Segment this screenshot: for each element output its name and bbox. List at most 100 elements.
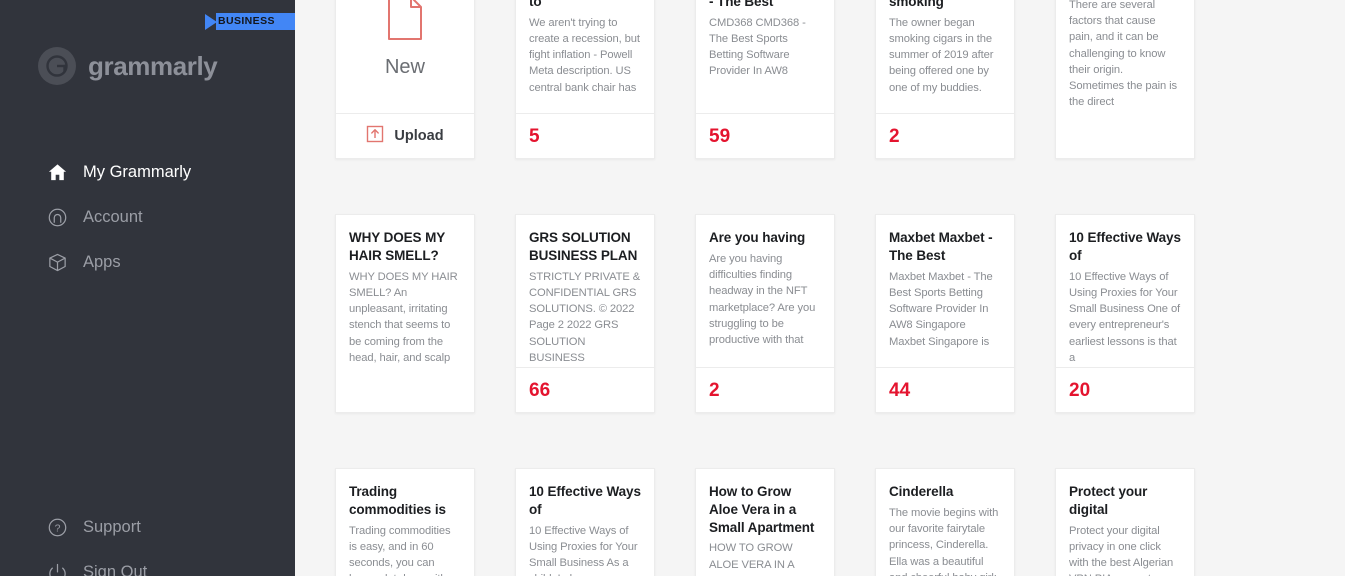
document-card[interactable]: 10 Effective Ways of 10 Effective Ways o… (1055, 214, 1195, 413)
home-icon (46, 162, 68, 184)
document-card-body: How to Grow Aloe Vera in a Small Apartme… (696, 469, 834, 576)
document-snippet: HOW TO GROW ALOE VERA IN A SMALL APARTME… (709, 542, 814, 576)
document-card[interactable]: Protect your digital Protect your digita… (1055, 468, 1195, 576)
document-score: 2 (709, 379, 720, 401)
sidebar: BUSINESS grammarly My Grammarly Account … (0, 0, 295, 576)
document-card[interactable]: CMD368 CMD368 - The Best CMD368 CMD368 -… (695, 0, 835, 159)
document-card-body: Maxbet Maxbet - The Best Maxbet Maxbet -… (876, 215, 1014, 367)
new-document-area[interactable]: New (336, 0, 474, 113)
sidebar-item-account[interactable]: Account (0, 195, 295, 240)
upload-button[interactable]: Upload (336, 113, 474, 158)
document-title: CMD368 CMD368 - The Best (709, 0, 774, 9)
document-card-body: Trading commodities is Trading commoditi… (336, 469, 474, 576)
business-badge: BUSINESS (205, 13, 295, 30)
document-card-body: There are several There are several fact… (1056, 0, 1194, 113)
document-score: 66 (529, 379, 551, 401)
document-snippet: Protect your digital privacy in one clic… (1069, 524, 1181, 576)
document-snippet: WHY DOES MY HAIR SMELL? An unpleasant, i… (349, 270, 458, 364)
document-title: 10 Effective Ways of (1069, 230, 1181, 263)
document-card[interactable]: Maxbet Maxbet - The Best Maxbet Maxbet -… (875, 214, 1015, 413)
document-snippet: Maxbet Maxbet - The Best Sports Betting … (889, 270, 993, 348)
document-card[interactable]: Cinderella The movie begins with our fav… (875, 468, 1015, 576)
document-title: Protect your digital (1069, 484, 1148, 517)
document-snippet: STRICTLY PRIVATE & CONFIDENTIAL GRS SOLU… (529, 270, 641, 364)
document-card[interactable]: We aren't trying to We aren't trying to … (515, 0, 655, 159)
sidebar-primary-nav: My Grammarly Account Apps (0, 150, 295, 285)
upload-icon (366, 125, 384, 148)
document-card[interactable]: 10 Effective Ways of 10 Effective Ways o… (515, 468, 655, 576)
document-card-body: The owner began smoking The owner began … (876, 0, 1014, 113)
document-card-body: CMD368 CMD368 - The Best CMD368 CMD368 -… (696, 0, 834, 113)
sidebar-item-label: Account (83, 208, 143, 226)
document-title: Maxbet Maxbet - The Best (889, 230, 993, 263)
apps-cube-icon (46, 252, 68, 274)
document-snippet: We aren't trying to create a recession, … (529, 16, 640, 94)
document-snippet: The owner began smoking cigars in the su… (889, 16, 994, 94)
document-title: Cinderella (889, 484, 954, 499)
document-title: WHY DOES MY HAIR SMELL? (349, 230, 445, 263)
document-card[interactable]: How to Grow Aloe Vera in a Small Apartme… (695, 468, 835, 576)
grammarly-app-window: BUSINESS grammarly My Grammarly Account … (0, 0, 1345, 576)
document-card[interactable]: WHY DOES MY HAIR SMELL? WHY DOES MY HAIR… (335, 214, 475, 413)
document-snippet: CMD368 CMD368 - The Best Sports Betting … (709, 16, 806, 78)
document-card[interactable]: GRS SOLUTION BUSINESS PLAN STRICTLY PRIV… (515, 214, 655, 413)
upload-label: Upload (394, 128, 444, 144)
grammarly-g-icon (38, 47, 76, 85)
account-icon (46, 207, 68, 229)
document-score: 59 (709, 125, 731, 147)
new-label: New (384, 56, 425, 78)
documents-panel: New Upload We aren't tryi (295, 0, 1345, 576)
document-snippet: There are several factors that cause pai… (1069, 0, 1177, 113)
document-card-body: Cinderella The movie begins with our fav… (876, 469, 1014, 576)
sidebar-item-apps[interactable]: Apps (0, 240, 295, 285)
document-card-body: Are you having Are you having difficulti… (696, 215, 834, 367)
document-title: The owner began smoking (889, 0, 944, 9)
document-score-footer: 2 (876, 113, 1014, 158)
grammarly-wordmark: grammarly (88, 50, 218, 81)
document-card-body: We aren't trying to We aren't trying to … (516, 0, 654, 113)
document-score: 5 (529, 125, 540, 147)
document-title: Are you having (709, 230, 806, 245)
document-snippet: Trading commodities is easy, and in 60 s… (349, 524, 451, 576)
document-title: GRS SOLUTION BUSINESS PLAN (529, 230, 638, 263)
sidebar-item-label: Apps (83, 253, 121, 271)
business-badge-label: BUSINESS (216, 13, 295, 30)
document-card[interactable]: There are several There are several fact… (1055, 0, 1195, 159)
document-title: Trading commodities is (349, 484, 446, 517)
document-score-footer: 2 (696, 367, 834, 412)
document-score: 44 (889, 379, 911, 401)
sidebar-item-sign-out[interactable]: Sign Out (0, 550, 295, 576)
sidebar-item-label: Support (83, 518, 141, 536)
documents-grid: New Upload We aren't tryi (335, 0, 1315, 576)
document-card[interactable]: Are you having Are you having difficulti… (695, 214, 835, 413)
sidebar-item-my-grammarly[interactable]: My Grammarly (0, 150, 295, 195)
document-snippet: Are you having difficulties finding head… (709, 252, 816, 346)
sidebar-item-label: My Grammarly (83, 163, 192, 181)
document-card-body: WHY DOES MY HAIR SMELL? WHY DOES MY HAIR… (336, 215, 474, 367)
document-score: 2 (889, 125, 900, 147)
document-score-footer: 59 (696, 113, 834, 158)
document-card-body: 10 Effective Ways of 10 Effective Ways o… (1056, 215, 1194, 367)
document-card-body: GRS SOLUTION BUSINESS PLAN STRICTLY PRIV… (516, 215, 654, 367)
document-title: We aren't trying to (529, 0, 542, 9)
new-document-card[interactable]: New Upload (335, 0, 475, 159)
grammarly-logo[interactable]: grammarly (38, 47, 218, 85)
document-score-footer: 44 (876, 367, 1014, 412)
document-card[interactable]: Trading commodities is Trading commoditi… (335, 468, 475, 576)
document-card[interactable]: The owner began smoking The owner began … (875, 0, 1015, 159)
document-score-footer: 5 (516, 113, 654, 158)
document-score-footer: 66 (516, 367, 654, 412)
sidebar-item-support[interactable]: ? Support (0, 505, 295, 550)
document-score: 20 (1069, 379, 1091, 401)
svg-text:?: ? (54, 523, 60, 535)
document-score-footer: 20 (1056, 367, 1194, 412)
document-snippet: 10 Effective Ways of Using Proxies for Y… (1069, 270, 1181, 364)
document-snippet: 10 Effective Ways of Using Proxies for Y… (529, 524, 638, 576)
help-circle-icon: ? (46, 517, 68, 539)
document-title: How to Grow Aloe Vera in a Small Apartme… (709, 484, 815, 535)
document-card-body: Protect your digital Protect your digita… (1056, 469, 1194, 576)
document-icon (385, 0, 425, 46)
document-title: 10 Effective Ways of (529, 484, 641, 517)
sidebar-secondary-nav: ? Support Sign Out (0, 505, 295, 576)
document-card-body: 10 Effective Ways of 10 Effective Ways o… (516, 469, 654, 576)
